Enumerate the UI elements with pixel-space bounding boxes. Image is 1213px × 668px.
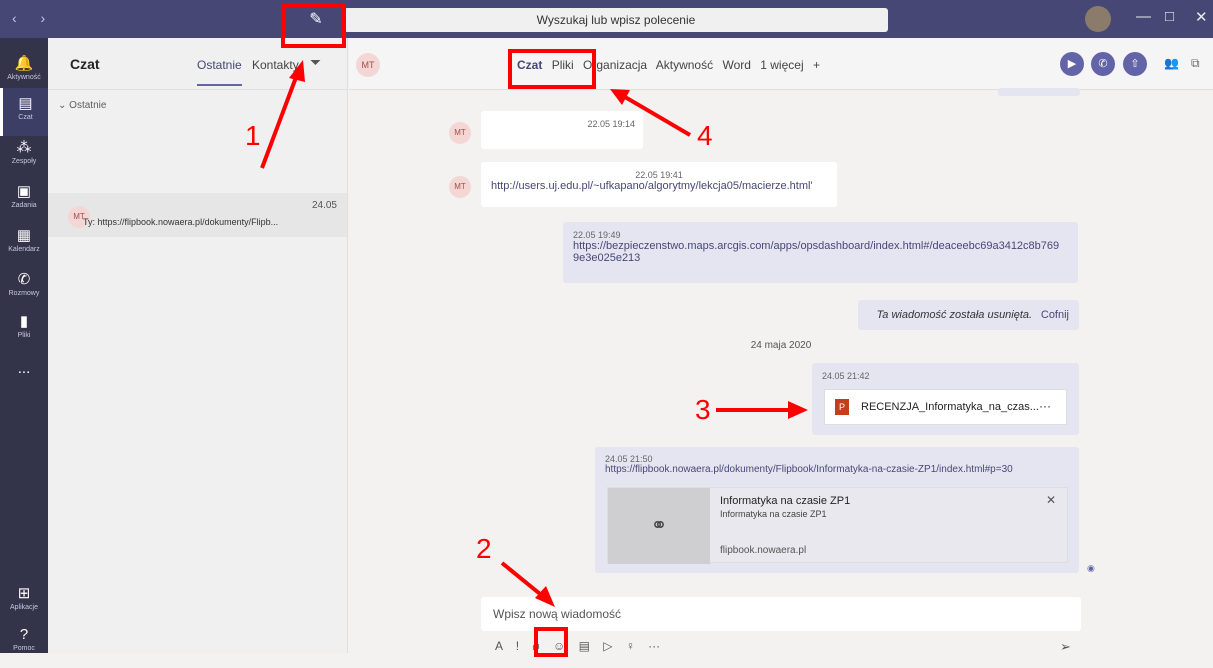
arrow-3-head: [788, 401, 808, 419]
annotation-4: 4: [697, 120, 713, 151]
arrow-4: [623, 95, 692, 137]
annotation-2: 2: [476, 533, 492, 564]
arrow-1: [260, 71, 300, 169]
annotation-1: 1: [245, 120, 261, 151]
arrow-2-head: [535, 586, 555, 607]
annotation-3: 3: [695, 394, 711, 425]
arrow-1-head: [289, 60, 305, 82]
arrow-2: [500, 561, 547, 600]
annotation-arrows: [260, 60, 808, 607]
